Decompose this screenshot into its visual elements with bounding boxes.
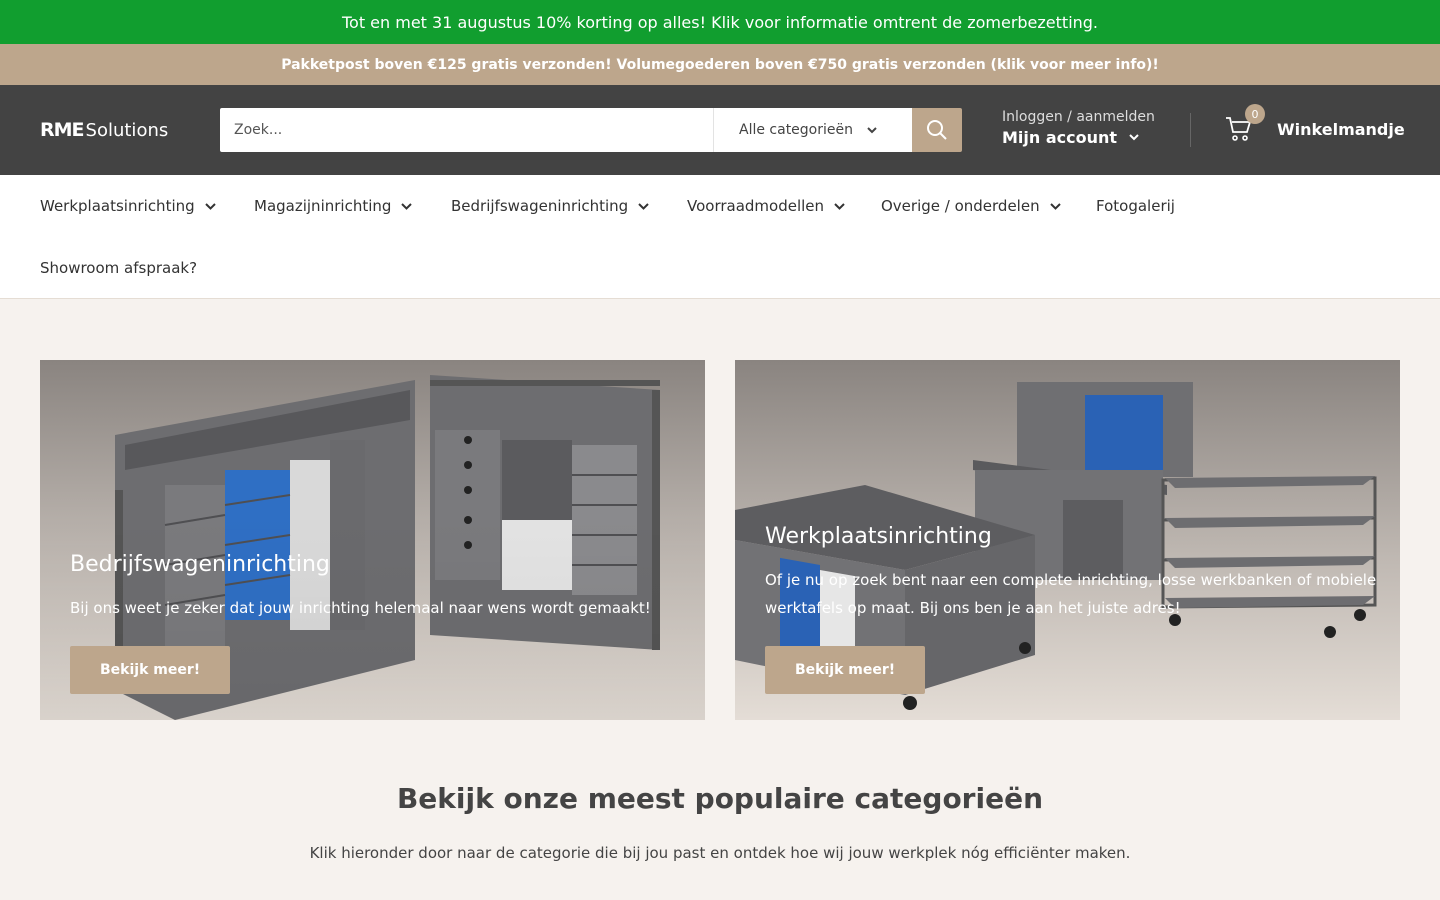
search-bar: Alle categorieën	[220, 108, 962, 152]
nav-item-magazijninrichting[interactable]: Magazijninrichting	[254, 197, 413, 215]
chevron-down-icon	[834, 202, 845, 210]
nav-item-fotogalerij[interactable]: Fotogalerij	[1096, 197, 1175, 215]
promo-title: Werkplaatsinrichting	[765, 524, 992, 549]
search-input[interactable]	[220, 108, 713, 152]
announcement-text: Tot en met 31 augustus 10% korting op al…	[341, 12, 1099, 32]
my-account-toggle[interactable]: Mijn account	[1002, 128, 1155, 147]
announcement-bar[interactable]: Tot en met 31 augustus 10% korting op al…	[0, 0, 1440, 44]
promo-text: Of je nu op zoek bent naar een complete …	[765, 571, 1377, 617]
chevron-down-icon	[1049, 202, 1061, 210]
nav-item-bedrijfswageninrichting[interactable]: Bedrijfswageninrichting	[451, 197, 649, 215]
categories-heading: Bekijk onze meest populaire categorieën	[396, 782, 1044, 815]
nav-item-label: Fotogalerij	[1096, 197, 1175, 215]
promo-title: Bedrijfswageninrichting	[70, 552, 330, 577]
cart-link[interactable]: 0 Winkelmandje	[1225, 104, 1405, 143]
promo-banners: Bedrijfswageninrichting Bij ons weet je …	[40, 360, 1400, 720]
nav-item-label: Magazijninrichting	[254, 197, 392, 215]
login-link[interactable]: Inloggen / aanmelden	[1002, 109, 1155, 125]
promo-card-bedrijfswageninrichting[interactable]: Bedrijfswageninrichting Bij ons weet je …	[40, 360, 705, 720]
cart-count-badge: 0	[1245, 104, 1265, 124]
cart-icon: 0	[1225, 104, 1265, 143]
site-header: RME Solutions Alle categorieën Inloggen …	[0, 85, 1440, 175]
search-button[interactable]	[912, 108, 962, 152]
category-select-label: Alle categorieën	[739, 122, 853, 138]
categories-subtitle: Klik hieronder door naar de categorie di…	[309, 844, 1131, 862]
logo-sub: Solutions	[85, 119, 169, 141]
chevron-down-icon	[1129, 134, 1139, 141]
chevron-down-icon	[204, 202, 216, 210]
search-icon	[927, 120, 947, 140]
promo-text: Bij ons weet je zeker dat jouw inrichtin…	[70, 599, 651, 617]
nav-item-label: Voorraadmodellen	[687, 197, 825, 215]
logo-main: RME	[40, 119, 85, 141]
nav-item-overige-onderdelen[interactable]: Overige / onderdelen	[881, 197, 1061, 215]
chevron-down-icon	[638, 202, 649, 210]
nav-item-label: Bedrijfswageninrichting	[451, 197, 629, 215]
logo[interactable]: RME Solutions	[40, 116, 180, 144]
promo-button[interactable]: Bekijk meer!	[70, 646, 231, 694]
nav-item-label: Overige / onderdelen	[881, 197, 1040, 215]
header-divider	[1190, 113, 1191, 147]
nav-item-voorraadmodellen[interactable]: Voorraadmodellen	[687, 197, 845, 215]
my-account-label: Mijn account	[1002, 128, 1118, 147]
shipping-bar[interactable]: Pakketpost boven €125 gratis verzonden! …	[0, 44, 1440, 85]
chevron-down-icon	[401, 202, 413, 210]
shipping-text: Pakketpost boven €125 gratis verzonden! …	[281, 56, 1159, 73]
chevron-down-icon	[867, 126, 877, 133]
promo-button[interactable]: Bekijk meer!	[765, 646, 926, 694]
main-nav: Werkplaatsinrichting Magazijninrichting …	[0, 175, 1440, 299]
promo-card-werkplaatsinrichting[interactable]: Werkplaatsinrichting Of je nu op zoek be…	[735, 360, 1400, 720]
nav-item-label: Werkplaatsinrichting	[40, 197, 195, 215]
nav-item-label: Showroom afspraak?	[40, 259, 198, 277]
nav-item-werkplaatsinrichting[interactable]: Werkplaatsinrichting	[40, 197, 216, 215]
category-select[interactable]: Alle categorieën	[713, 108, 912, 152]
cart-label: Winkelmandje	[1277, 119, 1405, 139]
account-menu[interactable]: Inloggen / aanmelden Mijn account	[1002, 109, 1155, 147]
nav-item-showroom-afspraak[interactable]: Showroom afspraak?	[40, 259, 197, 277]
